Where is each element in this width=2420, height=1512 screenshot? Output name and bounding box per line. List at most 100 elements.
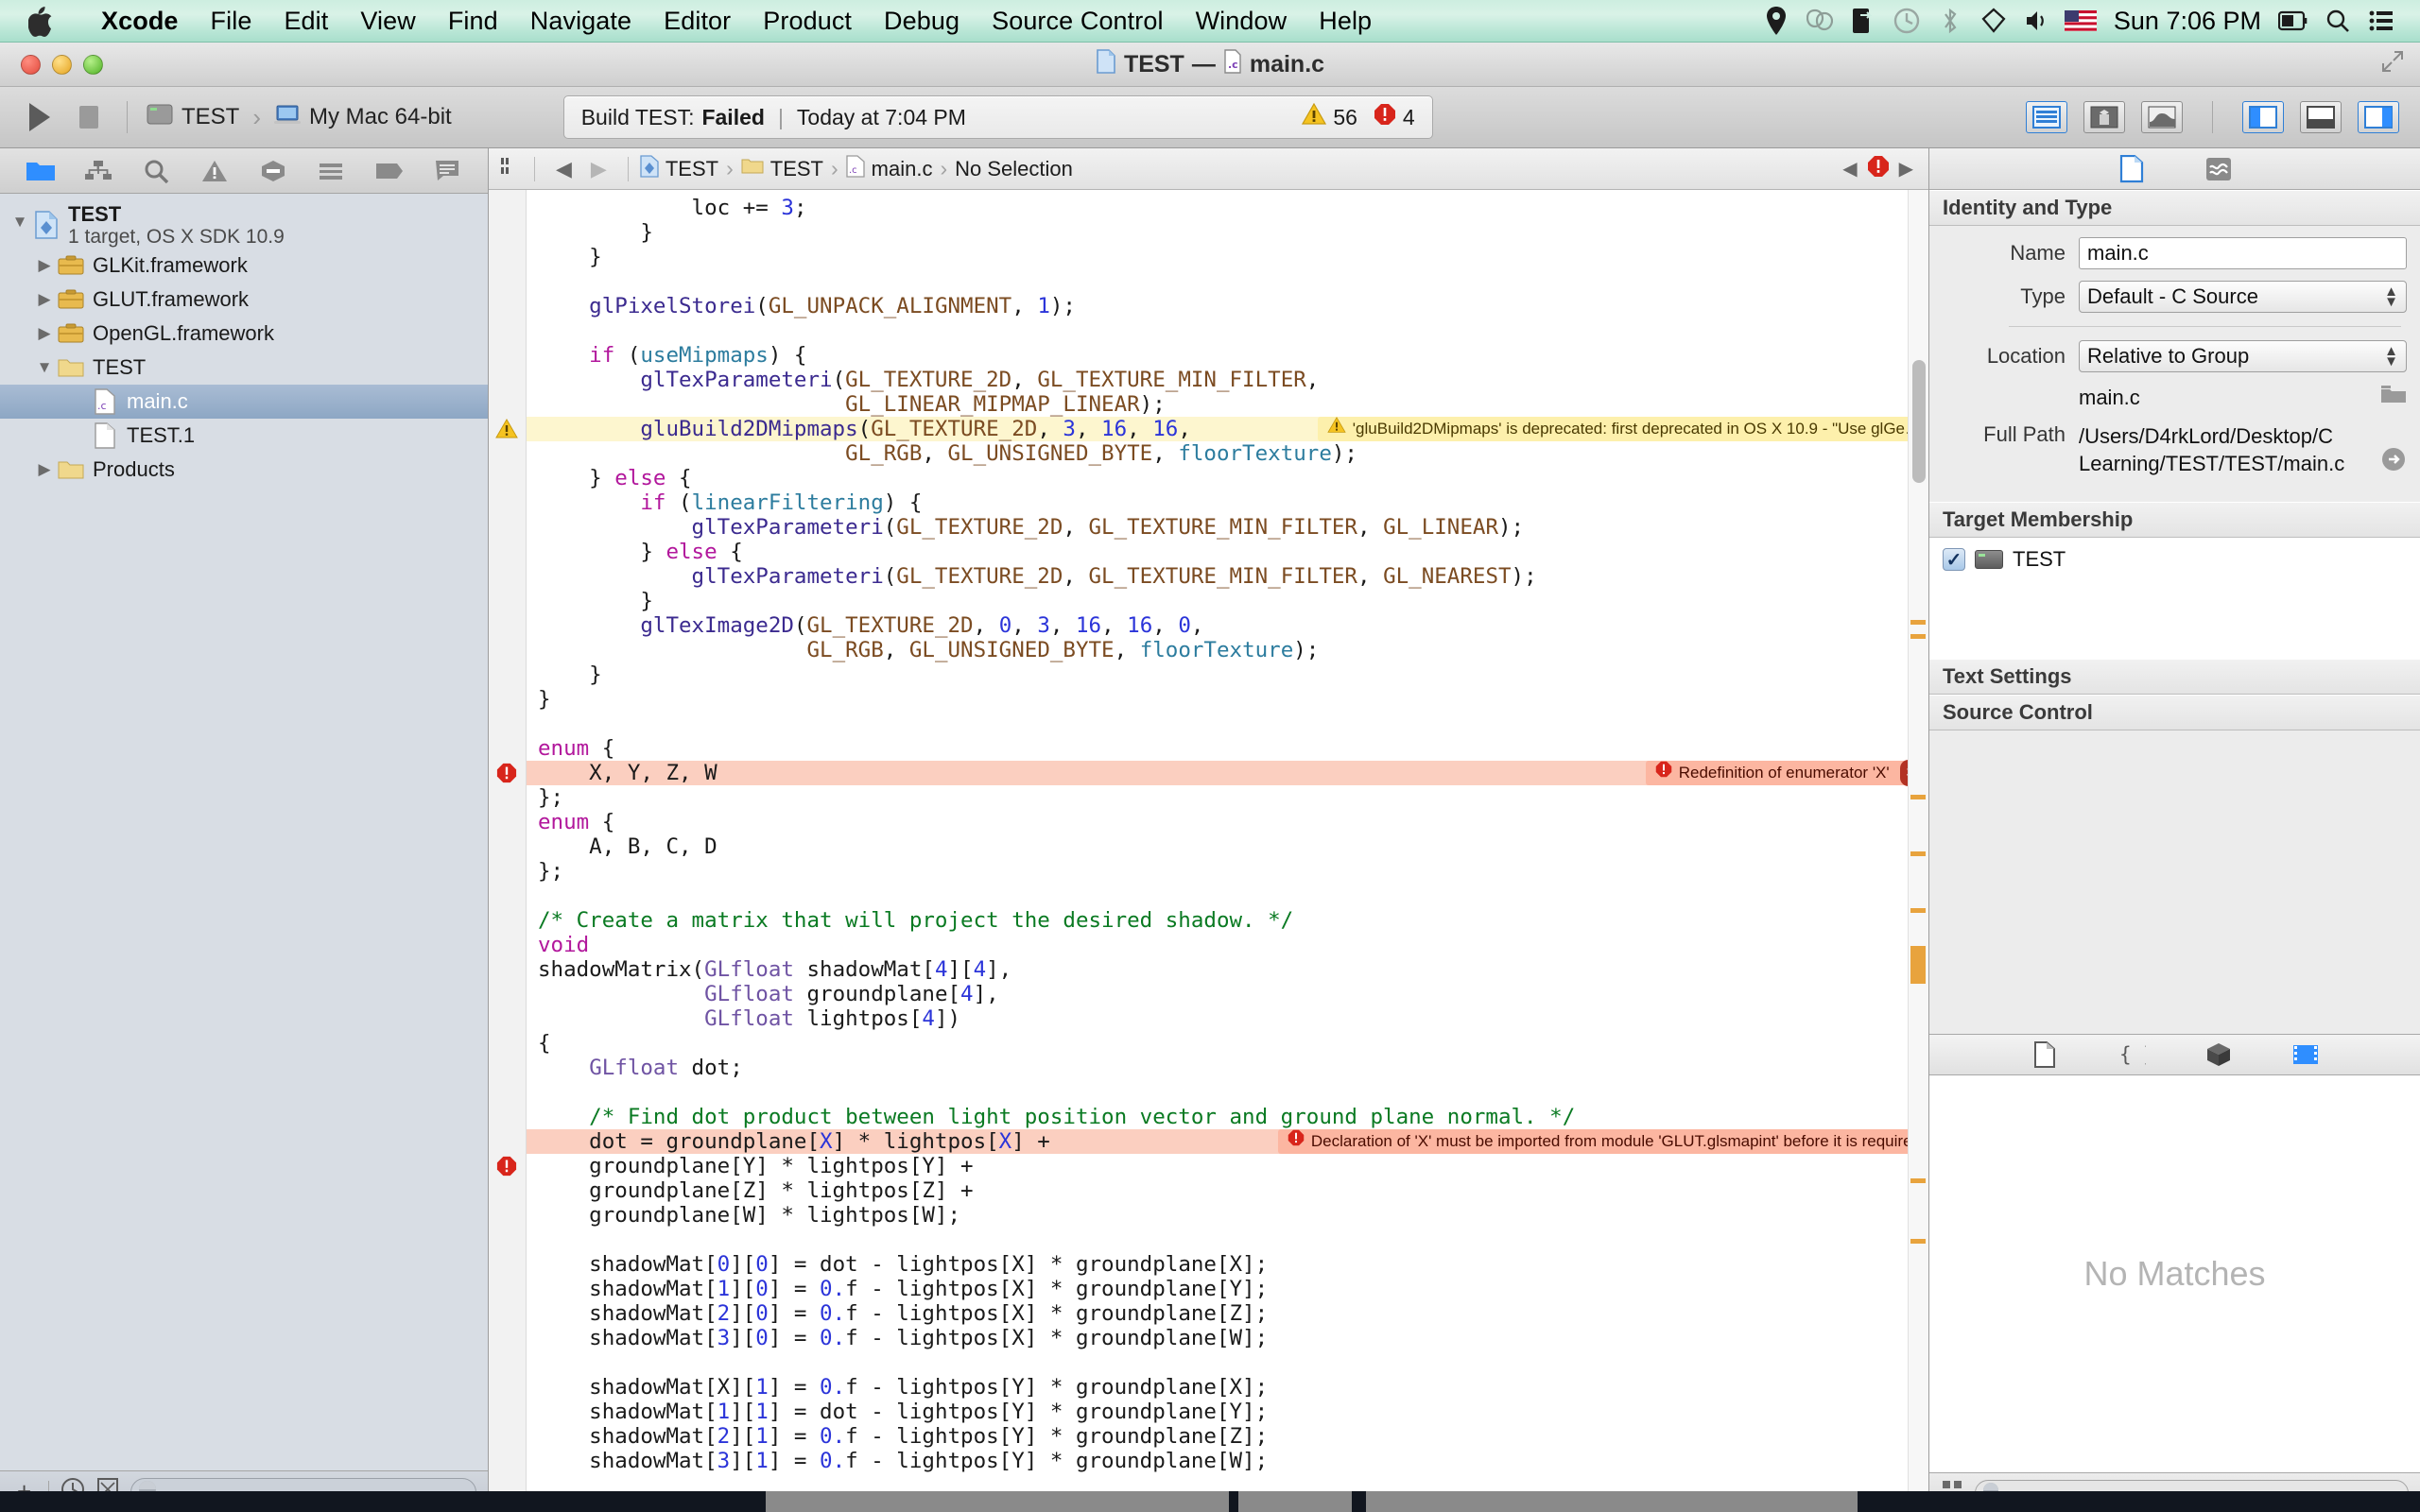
test-navigator-icon[interactable] xyxy=(254,155,292,187)
code-line[interactable]: GL_LINEAR_MIPMAP_LINEAR); xyxy=(527,392,1928,417)
issue-navigator-icon[interactable] xyxy=(196,155,233,187)
tree-row-test-group[interactable]: ▼ TEST xyxy=(0,351,488,385)
standard-editor-icon[interactable] xyxy=(2026,101,2067,133)
code-line[interactable]: loc += 3; xyxy=(527,196,1928,220)
code-line[interactable]: if (useMipmaps) { xyxy=(527,343,1928,368)
code-line[interactable]: glTexImage2D(GL_TEXTURE_2D, 0, 3, 16, 16… xyxy=(527,613,1928,638)
code-line[interactable]: GLfloat groundplane[4], xyxy=(527,982,1928,1006)
code-line[interactable]: shadowMat[3][1] = 0.f - lightpos[Y] * gr… xyxy=(527,1449,1928,1473)
code-line[interactable]: A, B, C, D xyxy=(527,834,1928,859)
editor-gutter[interactable] xyxy=(489,190,527,1491)
dropbox-icon[interactable] xyxy=(1972,8,2015,34)
code-line[interactable] xyxy=(527,1228,1928,1252)
code-line[interactable]: shadowMatrix(GLfloat shadowMat[4][4], xyxy=(527,957,1928,982)
tree-row-glut-framework[interactable]: ▶ GLUT.framework xyxy=(0,283,488,317)
code-line[interactable]: enum { xyxy=(527,810,1928,834)
breadcrumb-project[interactable]: TEST xyxy=(640,155,718,183)
code-line[interactable]: } xyxy=(527,662,1928,687)
next-issue-button[interactable]: ▶ xyxy=(1899,157,1913,180)
disclosure-triangle-closed-icon[interactable]: ▶ xyxy=(32,290,57,309)
tree-row-glkit-framework[interactable]: ▶ GLKit.framework xyxy=(0,249,488,283)
code-line[interactable]: shadowMat[X][1] = 0.f - lightpos[Y] * gr… xyxy=(527,1375,1928,1400)
code-line[interactable]: GL_RGB, GL_UNSIGNED_BYTE, floorTexture); xyxy=(527,638,1928,662)
code-line[interactable]: GLfloat lightpos[4]) xyxy=(527,1006,1928,1031)
inline-warning-badge[interactable]: 'gluBuild2DMipmaps' is deprecated: first… xyxy=(1318,417,1928,441)
disclosure-triangle-closed-icon[interactable]: ▶ xyxy=(32,256,57,275)
tree-row-project[interactable]: ▼ TEST 1 target, OS X SDK 10.9 xyxy=(0,201,488,249)
code-line[interactable]: } xyxy=(527,220,1928,245)
media-library-icon[interactable] xyxy=(2289,1040,2323,1070)
text-settings-heading[interactable]: Text Settings xyxy=(1929,659,2420,695)
code-line[interactable]: groundplane[Y] * lightpos[Y] + xyxy=(527,1154,1928,1178)
project-navigator-icon[interactable] xyxy=(22,155,60,187)
file-inspector-icon[interactable] xyxy=(2115,154,2149,184)
code-line[interactable] xyxy=(527,269,1928,294)
toggle-debug-area-icon[interactable] xyxy=(2300,101,2342,133)
location-pin-icon[interactable] xyxy=(1754,7,1798,35)
name-input[interactable]: main.c xyxy=(2079,237,2407,269)
navigate-back-button[interactable]: ◀ xyxy=(546,157,581,181)
code-line[interactable]: shadowMat[2][0] = 0.f - lightpos[X] * gr… xyxy=(527,1301,1928,1326)
inline-error-badge[interactable]: Declaration of 'X' must be imported from… xyxy=(1278,1129,1928,1154)
gutter-error-icon[interactable] xyxy=(494,761,519,785)
apple-logo-icon[interactable] xyxy=(28,7,53,35)
target-membership-heading[interactable]: Target Membership xyxy=(1929,502,2420,538)
scheme-selector[interactable]: TEST › My Mac 64-bit xyxy=(141,103,452,132)
editor-scrollbar[interactable] xyxy=(1908,190,1928,1491)
previous-issue-button[interactable]: ◀ xyxy=(1842,157,1857,180)
code-line[interactable]: shadowMat[1][1] = dot - lightpos[Y] * gr… xyxy=(527,1400,1928,1424)
tree-row-test-1[interactable]: ▶ TEST.1 xyxy=(0,419,488,453)
bluetooth-icon[interactable] xyxy=(1928,8,1972,34)
quick-help-inspector-icon[interactable] xyxy=(2202,154,2236,184)
symbol-navigator-icon[interactable] xyxy=(79,155,117,187)
code-line[interactable]: GLfloat dot; xyxy=(527,1056,1928,1080)
gutter-error-icon[interactable] xyxy=(494,1154,519,1178)
file-template-library-icon[interactable] xyxy=(2028,1040,2062,1070)
gutter-warning-icon[interactable] xyxy=(494,417,519,441)
version-editor-icon[interactable] xyxy=(2141,101,2183,133)
menu-item-file[interactable]: File xyxy=(195,0,268,43)
project-navigator-tree[interactable]: ▼ TEST 1 target, OS X SDK 10.9 ▶ GLKi xyxy=(0,194,488,1470)
menu-item-source-control[interactable]: Source Control xyxy=(976,0,1180,43)
menu-item-help[interactable]: Help xyxy=(1303,0,1388,43)
code-line[interactable]: } else { xyxy=(527,466,1928,490)
code-line[interactable]: }; xyxy=(527,859,1928,884)
menu-item-debug[interactable]: Debug xyxy=(868,0,976,43)
code-line[interactable]: shadowMat[1][0] = 0.f - lightpos[X] * gr… xyxy=(527,1277,1928,1301)
breadcrumb-group[interactable]: TEST xyxy=(741,157,823,181)
code-line[interactable]: glTexParameteri(GL_TEXTURE_2D, GL_TEXTUR… xyxy=(527,564,1928,589)
navigate-forward-button[interactable]: ▶ xyxy=(581,157,616,181)
type-select[interactable]: Default - C Source ▲▼ xyxy=(2079,281,2407,313)
menu-item-find[interactable]: Find xyxy=(432,0,514,43)
code-snippet-library-icon[interactable]: { } xyxy=(2115,1040,2149,1070)
code-line[interactable]: void xyxy=(527,933,1928,957)
code-line[interactable]: gluBuild2DMipmaps(GL_TEXTURE_2D, 3, 16, … xyxy=(527,417,1928,441)
code-line[interactable]: /* Create a matrix that will project the… xyxy=(527,908,1928,933)
location-select[interactable]: Relative to Group ▲▼ xyxy=(2079,340,2407,372)
code-line[interactable]: } xyxy=(527,687,1928,712)
code-line[interactable]: { xyxy=(527,1031,1928,1056)
toggle-utilities-icon[interactable] xyxy=(2358,101,2399,133)
inline-error-badge[interactable]: Redefinition of enumerator 'X'3 xyxy=(1646,761,1928,785)
code-line[interactable]: } xyxy=(527,245,1928,269)
volume-icon[interactable] xyxy=(2015,9,2059,32)
target-membership-row[interactable]: ✓ TEST xyxy=(1943,547,2407,572)
error-octagon-icon[interactable] xyxy=(1867,155,1890,183)
code-line[interactable] xyxy=(527,1473,1928,1491)
run-play-icon[interactable] xyxy=(15,101,64,133)
code-line[interactable]: glPixelStorei(GL_UNPACK_ALIGNMENT, 1); xyxy=(527,294,1928,318)
menu-item-editor[interactable]: Editor xyxy=(648,0,747,43)
notification-center-icon[interactable] xyxy=(2360,9,2403,33)
related-items-icon[interactable] xyxy=(498,155,523,183)
disclosure-triangle-open-icon[interactable]: ▼ xyxy=(8,203,32,232)
report-navigator-icon[interactable] xyxy=(428,155,466,187)
battery-icon[interactable] xyxy=(2273,10,2316,31)
code-line[interactable]: enum { xyxy=(527,736,1928,761)
code-line[interactable]: glTexParameteri(GL_TEXTURE_2D, GL_TEXTUR… xyxy=(527,368,1928,392)
code-line[interactable]: shadowMat[0][0] = dot - lightpos[X] * gr… xyxy=(527,1252,1928,1277)
code-line[interactable]: /* Find dot product between light positi… xyxy=(527,1105,1928,1129)
time-machine-icon[interactable] xyxy=(1885,8,1928,34)
tree-row-products[interactable]: ▶ Products xyxy=(0,453,488,487)
menu-item-navigate[interactable]: Navigate xyxy=(514,0,648,43)
code-line[interactable]: shadowMat[2][1] = 0.f - lightpos[Y] * gr… xyxy=(527,1424,1928,1449)
